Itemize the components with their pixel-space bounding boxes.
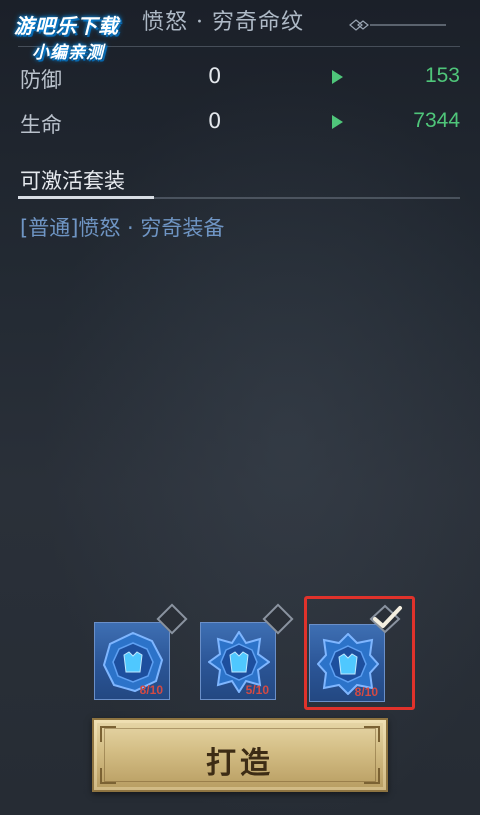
watermark-line1: 游吧乐下载 [14,14,119,38]
arrow-right-icon [332,115,343,129]
set-section-underline [18,196,154,199]
forge-button-label: 打造 [206,746,274,781]
stat-current-value: 0 [208,109,222,133]
stat-row-health: 生命 0 7344 [0,109,480,139]
rune-count: 5/10 [245,683,269,697]
stat-label: 防御 [20,68,62,92]
stat-next-value: 7344 [413,109,460,132]
rune-count: 8/10 [139,683,163,697]
set-item-name: [普通]愤怒 · 穷奇装备 [20,216,225,240]
stat-next-value: 153 [424,64,460,87]
set-section-header: 可激活套装 [20,169,125,193]
forge-button[interactable]: 打造 [92,718,388,792]
stat-row-defense: 防御 0 153 [0,64,480,94]
arrow-right-icon [332,70,343,84]
panel-title: 愤怒 · 穷奇命纹 [142,10,304,35]
selection-highlight [304,596,415,710]
rune-slot-2[interactable]: 5/10 [200,622,276,700]
rune-slot-1[interactable]: 8/10 [94,622,170,700]
watermark-line2: 小编亲测 [32,43,104,63]
watermark-logo: 游吧乐下载 小编亲测 [10,6,140,63]
stat-label: 生命 [20,113,62,137]
title-ornament-icon [349,19,446,31]
stat-current-value: 0 [208,64,222,88]
